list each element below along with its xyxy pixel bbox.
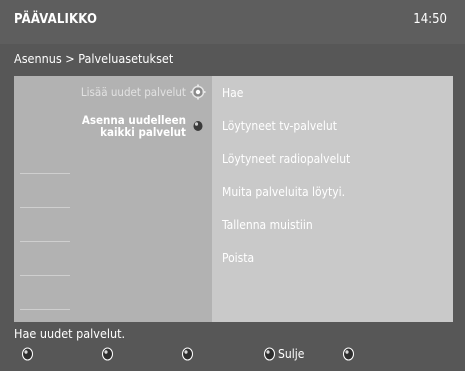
menu-item-add-services[interactable]: Lisää uudet palvelut bbox=[14, 76, 212, 108]
menu-screen: PÄÄVALIKKO 14:50 Asennus > Palveluasetuk… bbox=[0, 0, 465, 371]
row-divider bbox=[20, 241, 70, 242]
option-delete[interactable]: Poista bbox=[222, 251, 254, 265]
menu-item-label: Lisää uudet palvelut bbox=[80, 85, 186, 99]
menu-row-empty bbox=[14, 244, 212, 276]
options-panel: Hae Löytyneet tv-palvelut Löytyneet radi… bbox=[212, 76, 453, 322]
option-save[interactable]: Tallenna muistiin bbox=[222, 218, 313, 232]
menu-row-empty bbox=[14, 210, 212, 242]
menu-row-empty bbox=[14, 278, 212, 310]
menu-item-reinstall-all[interactable]: Asenna uudelleen kaikki palvelut bbox=[14, 108, 212, 142]
menu-item-label: Asenna uudelleen kaikki palvelut bbox=[81, 113, 186, 139]
dot-icon bbox=[193, 121, 203, 131]
status-text: Hae uudet palvelut. bbox=[14, 326, 126, 341]
option-tv-services[interactable]: Löytyneet tv-palvelut bbox=[222, 119, 337, 133]
button-bar: Sulje bbox=[0, 342, 465, 371]
breadcrumb: Asennus > Palveluasetukset bbox=[14, 51, 174, 66]
menu-row-empty bbox=[14, 142, 212, 174]
color-button-1[interactable] bbox=[21, 347, 34, 361]
page-title: PÄÄVALIKKO bbox=[14, 12, 98, 27]
color-button-5[interactable] bbox=[342, 347, 355, 361]
row-divider bbox=[20, 207, 70, 208]
color-button-2[interactable] bbox=[101, 347, 114, 361]
row-divider bbox=[20, 173, 70, 174]
option-search[interactable]: Hae bbox=[222, 86, 243, 100]
header-bar: PÄÄVALIKKO 14:50 bbox=[0, 0, 465, 44]
menu-row-empty bbox=[14, 176, 212, 208]
gear-icon bbox=[190, 84, 206, 100]
row-divider bbox=[20, 275, 70, 276]
option-radio-services[interactable]: Löytyneet radiopalvelut bbox=[222, 152, 350, 166]
row-divider bbox=[20, 309, 70, 310]
close-button-icon[interactable] bbox=[263, 347, 276, 361]
color-button-3[interactable] bbox=[181, 347, 194, 361]
close-button-label[interactable]: Sulje bbox=[278, 347, 304, 361]
clock: 14:50 bbox=[413, 12, 447, 27]
left-menu: Lisää uudet palvelut Asenna uudelleen ka… bbox=[14, 76, 212, 322]
option-other-services[interactable]: Muita palveluita löytyi. bbox=[222, 185, 345, 199]
